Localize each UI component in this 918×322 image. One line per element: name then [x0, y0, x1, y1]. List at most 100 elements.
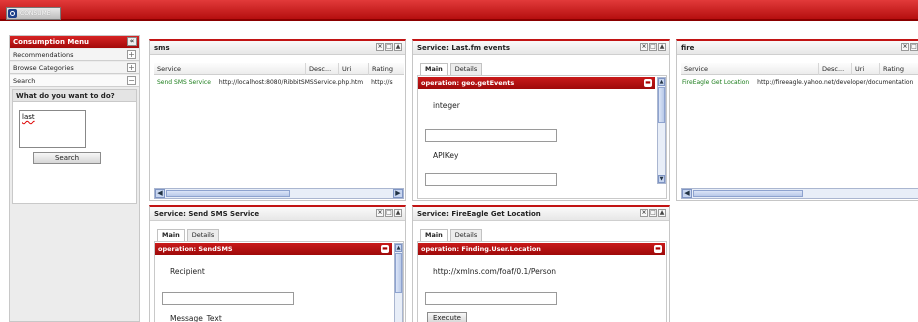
panel-header: fire × □ — [677, 41, 918, 55]
tab-bar: Main Details — [157, 229, 220, 241]
collapse-icon[interactable]: ▲ — [394, 209, 402, 217]
scroll-up-icon[interactable]: ▲ — [658, 78, 665, 86]
panel-title: Service: Send SMS Service — [154, 210, 260, 218]
panel-title: Service: Last.fm events — [417, 44, 511, 52]
column-header-uri[interactable]: Uri — [339, 63, 369, 75]
maximize-icon[interactable]: □ — [385, 209, 393, 217]
scroll-left-icon[interactable]: ◀ — [682, 189, 692, 198]
scroll-right-icon[interactable]: ▶ — [393, 189, 403, 198]
close-icon[interactable]: × — [376, 43, 384, 51]
search-query-input[interactable]: last — [19, 110, 86, 148]
expand-icon[interactable]: + — [127, 63, 136, 72]
param-label: APIKey — [433, 151, 459, 160]
tab-main[interactable]: Main — [420, 229, 448, 241]
expand-icon[interactable]: + — [127, 50, 136, 59]
horizontal-scrollbar[interactable]: ◀ ▶ — [154, 188, 404, 199]
vertical-scrollbar[interactable]: ▲ — [394, 243, 403, 322]
scroll-up-icon[interactable]: ▲ — [395, 244, 402, 252]
collapse-icon[interactable]: − — [127, 76, 136, 85]
menu-item-label: Search — [13, 77, 36, 85]
service-uri: http://s — [371, 79, 393, 86]
menu-item-label: Recommendations — [13, 51, 74, 59]
search-button[interactable]: Search — [33, 152, 101, 164]
maximize-icon[interactable]: □ — [649, 209, 657, 217]
panel-header: Service: Last.fm events × □ ▲ — [413, 41, 669, 55]
menu-item-browse-categories[interactable]: Browse Categories + — [10, 62, 139, 74]
column-header-uri[interactable]: Uri — [852, 63, 880, 75]
param-input-person[interactable] — [425, 292, 557, 305]
tab-main[interactable]: Main — [420, 63, 448, 75]
tab-details[interactable]: Details — [449, 63, 483, 75]
collapse-icon[interactable]: ▲ — [394, 43, 402, 51]
close-icon[interactable]: × — [901, 43, 909, 51]
param-input-recipient[interactable] — [162, 292, 294, 305]
column-header-desc[interactable]: Desc... — [306, 63, 339, 75]
tab-bar: Main Details — [420, 229, 483, 241]
scroll-left-icon[interactable]: ◀ — [155, 189, 165, 198]
param-input-apikey[interactable] — [425, 173, 557, 186]
results-table-header: Service Desc... Uri Rating — [681, 63, 918, 75]
consumption-menu-header: Consumption Menu « — [10, 36, 139, 48]
menu-item-recommendations[interactable]: Recommendations + — [10, 49, 139, 61]
execute-button[interactable]: Execute — [427, 312, 467, 322]
close-icon[interactable]: × — [376, 209, 384, 217]
scroll-down-icon[interactable]: ▼ — [658, 175, 665, 183]
maximize-icon[interactable]: □ — [649, 43, 657, 51]
tab-content: operation: geo.getEvents ▬ integer APIKe… — [417, 75, 667, 199]
scroll-thumb[interactable] — [658, 87, 665, 123]
operation-collapse-icon[interactable]: ▬ — [654, 245, 662, 253]
column-header-service[interactable]: Service — [681, 63, 819, 75]
param-label: integer — [433, 101, 460, 110]
fire-results-panel: fire × □ Service Desc... Uri Rating Fire… — [676, 39, 918, 201]
scroll-thumb[interactable] — [395, 253, 402, 293]
fireeagle-service-panel: Service: FireEagle Get Location × □ ▲ Ma… — [412, 205, 670, 322]
maximize-icon[interactable]: □ — [385, 43, 393, 51]
tab-main[interactable]: Main — [157, 229, 185, 241]
service-description: http://localhost:8080/RibbitSMSService.p… — [218, 79, 364, 86]
lastfm-service-panel: Service: Last.fm events × □ ▲ Main Detai… — [412, 39, 670, 201]
collapse-icon[interactable]: ▲ — [658, 209, 666, 217]
operation-header[interactable]: operation: geo.getEvents ▬ — [418, 77, 655, 89]
app-logo[interactable]: CONSUME — [6, 7, 61, 20]
collapse-icon[interactable]: ▲ — [658, 43, 666, 51]
service-description: http://fireeagle.yahoo.net/developer/doc… — [757, 79, 914, 86]
close-icon[interactable]: × — [640, 209, 648, 217]
panel-header: Service: Send SMS Service × □ ▲ — [150, 207, 405, 221]
consumption-menu: Consumption Menu « Recommendations + Bro… — [9, 35, 140, 322]
column-header-rating[interactable]: Rating — [369, 63, 404, 75]
send-sms-service-panel: Service: Send SMS Service × □ ▲ Main Det… — [149, 205, 406, 322]
operation-header[interactable]: operation: Finding.User.Location ▬ — [418, 243, 665, 255]
results-table-header: Service Desc... Uri Rating — [154, 63, 404, 75]
scroll-thumb[interactable] — [166, 190, 290, 197]
tab-details[interactable]: Details — [449, 229, 483, 241]
panel-header: sms × □ ▲ — [150, 41, 405, 55]
param-input-integer[interactable] — [425, 129, 557, 142]
operation-name: operation: Finding.User.Location — [421, 245, 541, 253]
column-header-service[interactable]: Service — [154, 63, 306, 75]
param-label: http://xmlns.com/foaf/0.1/Person — [433, 267, 557, 276]
operation-collapse-icon[interactable]: ▬ — [381, 245, 389, 253]
table-row[interactable]: Send SMS Service http://localhost:8080/R… — [157, 78, 404, 88]
tab-details[interactable]: Details — [186, 229, 220, 241]
logo-text: CONSUME — [20, 10, 51, 17]
menu-item-search[interactable]: Search − — [10, 75, 139, 87]
column-header-desc[interactable]: Desc... — [819, 63, 852, 75]
column-header-rating[interactable]: Rating — [880, 63, 918, 75]
panel-title: fire — [681, 44, 695, 52]
close-icon[interactable]: × — [640, 43, 648, 51]
param-label: Message_Text — [170, 314, 222, 322]
operation-collapse-icon[interactable]: ▬ — [644, 79, 652, 87]
tab-content: operation: Finding.User.Location ▬ http:… — [417, 241, 667, 322]
scroll-thumb[interactable] — [693, 190, 803, 197]
consume-logo-icon — [8, 9, 17, 18]
panel-header: Service: FireEagle Get Location × □ ▲ — [413, 207, 669, 221]
operation-header[interactable]: operation: SendSMS ▬ — [155, 243, 392, 255]
param-label: Recipient — [170, 267, 205, 276]
horizontal-scrollbar[interactable]: ◀ — [681, 188, 918, 199]
operation-name: operation: geo.getEvents — [421, 79, 515, 87]
maximize-icon[interactable]: □ — [910, 43, 918, 51]
table-row[interactable]: FireEagle Get Location http://fireeagle.… — [682, 78, 918, 88]
vertical-scrollbar[interactable]: ▲ ▼ — [657, 77, 666, 184]
collapse-sidebar-icon[interactable]: « — [127, 37, 137, 46]
menu-item-label: Browse Categories — [13, 64, 74, 72]
